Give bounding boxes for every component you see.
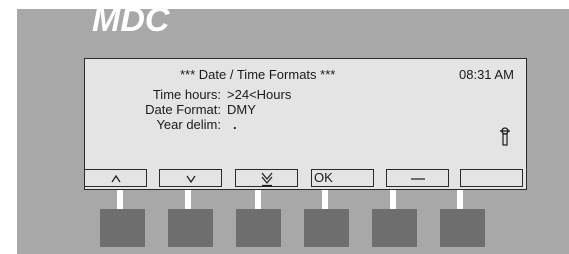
softkey-bar: OK (84, 169, 526, 189)
field-label-time-hours: Time hours: (152, 87, 221, 102)
softkey-dash[interactable] (386, 169, 449, 187)
softkey-down[interactable] (159, 169, 222, 187)
softkey-page-down[interactable] (235, 169, 298, 187)
field-label-year-delim: Year delim: (156, 117, 221, 132)
field-value-date-format[interactable]: DMY (227, 102, 256, 118)
field-values: >24<Hours DMY . (227, 87, 427, 147)
button-stem-4 (322, 190, 328, 209)
device-panel: MDC *** Date / Time Formats *** 08:31 AM… (17, 1, 569, 254)
field-value-time-hours[interactable]: >24<Hours (227, 87, 291, 103)
button-stem-2 (185, 190, 191, 209)
hardware-button-6[interactable] (440, 209, 485, 247)
softkey-blank[interactable] (460, 169, 523, 187)
softkey-up[interactable] (84, 169, 147, 187)
double-chevron-down-icon (261, 172, 272, 187)
hardware-button-5[interactable] (372, 209, 417, 247)
field-label-date-format: Date Format: (145, 102, 221, 117)
hardware-button-4[interactable] (304, 209, 349, 247)
hardware-button-2[interactable] (168, 209, 213, 247)
brand-logo: MDC (92, 1, 170, 39)
hardware-button-1[interactable] (100, 209, 145, 247)
softkey-ok[interactable]: OK (311, 169, 374, 187)
button-stem-5 (390, 190, 396, 209)
field-value-year-delim[interactable]: . (233, 117, 237, 133)
caret-up-icon (111, 174, 120, 183)
key-icon (500, 127, 510, 146)
clock-display: 08:31 AM (459, 67, 514, 82)
hardware-button-3[interactable] (236, 209, 281, 247)
caret-down-icon (186, 175, 195, 184)
lcd-screen: *** Date / Time Formats *** 08:31 AM Tim… (84, 58, 527, 190)
screen-title: *** Date / Time Formats *** (180, 67, 336, 82)
button-stem-6 (457, 190, 463, 209)
field-labels: Time hours: Date Format: Year delim: (85, 87, 221, 147)
button-stem-1 (117, 190, 123, 209)
button-stem-3 (255, 190, 261, 209)
dash-icon (410, 178, 425, 180)
